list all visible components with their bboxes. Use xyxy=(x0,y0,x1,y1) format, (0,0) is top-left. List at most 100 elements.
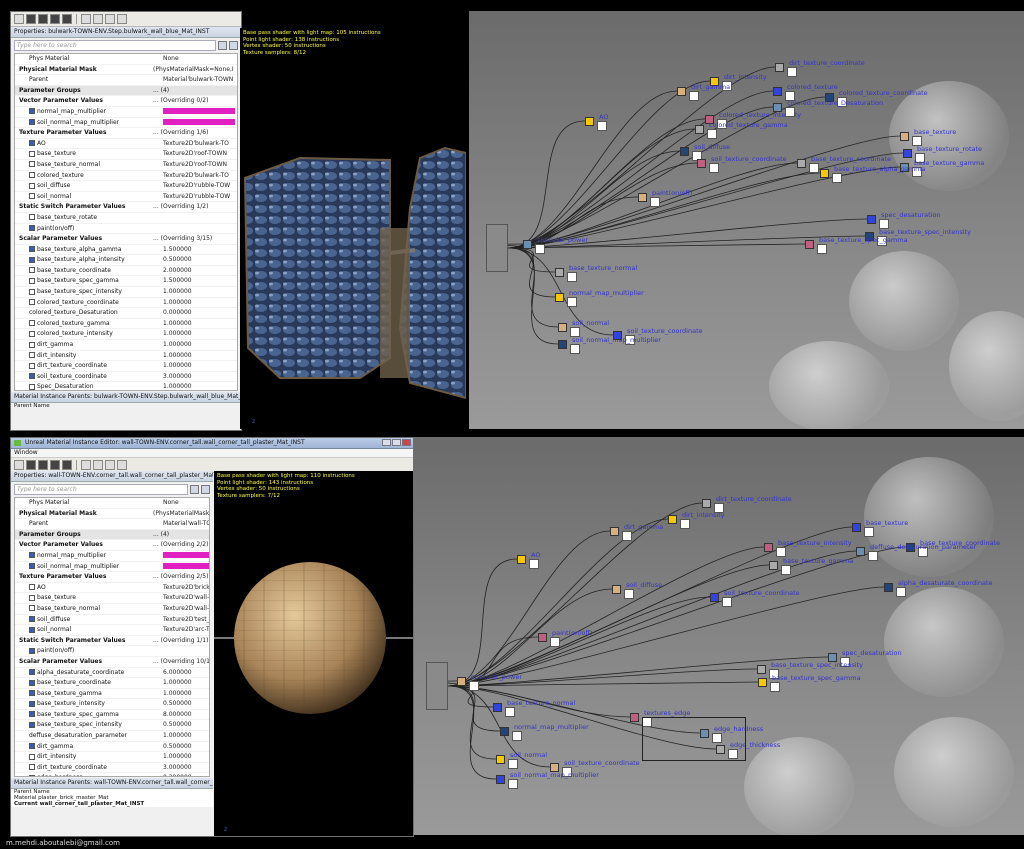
property-value[interactable]: Texture2D'brick_wall-T xyxy=(161,583,209,593)
property-row[interactable]: base_texture_intensity 0.500000 xyxy=(15,699,209,710)
parameter-node[interactable] xyxy=(500,727,509,736)
property-value[interactable]: Texture2D'wall-TOWN xyxy=(161,604,209,614)
property-row[interactable]: soil_diffuse Texture2D'test_textur xyxy=(15,615,209,626)
minimize-icon[interactable] xyxy=(382,439,391,446)
parameter-node[interactable] xyxy=(638,193,647,202)
property-row[interactable]: Phys Material None xyxy=(15,54,237,65)
property-row[interactable]: soil_texture_coordinate 3.000000 xyxy=(15,372,237,383)
property-value[interactable]: ... (4) xyxy=(151,530,209,540)
parameter-node[interactable] xyxy=(558,323,567,332)
sync-icon[interactable] xyxy=(117,460,127,470)
top-material-graph[interactable]: dirt_texture_coordinate dirt_intensity dir… xyxy=(469,11,1024,429)
property-value[interactable]: ... (Overriding 0/2) xyxy=(151,96,237,106)
property-row[interactable]: Static Switch Parameter Values ... (Overr… xyxy=(15,636,209,647)
property-row[interactable]: soil_normal Texture2D'arc-TOWN- xyxy=(15,625,209,636)
find-icon[interactable] xyxy=(81,14,91,24)
material-output-node[interactable] xyxy=(486,224,508,272)
property-row[interactable]: base_texture_coordinate 1.000000 xyxy=(15,678,209,689)
override-checkbox[interactable] xyxy=(29,753,35,760)
find-icon[interactable] xyxy=(81,460,91,470)
parameter-node[interactable] xyxy=(764,543,773,552)
override-checkbox[interactable] xyxy=(29,584,35,591)
override-checkbox[interactable] xyxy=(29,320,35,327)
override-checkbox[interactable] xyxy=(29,352,35,359)
property-row[interactable]: colored_texture_coordinate 1.000000 xyxy=(15,298,237,309)
parameter-node[interactable] xyxy=(538,633,547,642)
color-swatch[interactable] xyxy=(163,108,235,115)
property-row[interactable]: dirt_texture_coordinate 1.000000 xyxy=(15,361,237,372)
override-checkbox[interactable] xyxy=(29,267,35,274)
override-checkbox[interactable] xyxy=(29,161,35,168)
parameter-node[interactable] xyxy=(797,159,806,168)
property-value[interactable]: 1.000000 xyxy=(161,731,209,741)
property-value[interactable]: (PhysMaterialMask=None,I xyxy=(151,509,209,519)
property-value[interactable]: Texture2D'roof-TOWN xyxy=(161,160,237,170)
parameter-node[interactable] xyxy=(757,665,766,674)
override-checkbox[interactable] xyxy=(29,341,35,348)
override-checkbox[interactable] xyxy=(29,172,35,179)
property-value[interactable]: ... (Overriding 1/2) xyxy=(151,202,237,212)
parameter-node[interactable] xyxy=(585,117,594,126)
override-checkbox[interactable] xyxy=(29,182,35,189)
override-checkbox[interactable] xyxy=(29,288,35,295)
override-checkbox[interactable] xyxy=(29,225,35,231)
property-row[interactable]: AO Texture2D'bulwark-TO xyxy=(15,139,237,150)
property-row[interactable]: dirt_texture_coordinate 3.000000 xyxy=(15,763,209,774)
override-checkbox[interactable] xyxy=(29,330,35,337)
sphere-icon[interactable] xyxy=(26,14,36,24)
search-input[interactable]: Type here to search xyxy=(14,39,216,51)
property-row[interactable]: colored_texture_gamma 1.000000 xyxy=(15,319,237,330)
property-row[interactable]: Spec_Desaturation 1.000000 xyxy=(15,382,237,390)
grid-icon[interactable] xyxy=(14,460,24,470)
color-swatch[interactable] xyxy=(163,563,209,570)
plane-icon[interactable] xyxy=(62,460,72,470)
property-value[interactable]: 0.500000 xyxy=(161,699,209,709)
override-checkbox[interactable] xyxy=(29,246,35,253)
property-row[interactable]: base_texture_spec_gamma 1.500000 xyxy=(15,276,237,288)
bottom-material-graph[interactable]: dirt_texture_coordinate dirt_intensity dir… xyxy=(414,437,1024,835)
property-row[interactable]: Parent Material'bulwark-TOWN xyxy=(15,75,237,86)
property-value[interactable] xyxy=(161,562,209,572)
override-checkbox[interactable] xyxy=(29,605,35,612)
property-value[interactable]: None xyxy=(161,498,209,508)
parameter-node[interactable] xyxy=(820,169,829,178)
override-checkbox[interactable] xyxy=(29,299,35,306)
parameter-node[interactable] xyxy=(496,775,505,784)
override-checkbox[interactable] xyxy=(29,119,35,126)
property-value[interactable]: 1.000000 xyxy=(161,340,237,350)
property-value[interactable]: 0.500000 xyxy=(161,255,237,265)
property-row[interactable]: colored_texture_intensity 1.000000 xyxy=(15,329,237,341)
override-checkbox[interactable] xyxy=(29,626,35,633)
property-row[interactable]: paint(on/off) xyxy=(15,224,237,235)
comment-box[interactable] xyxy=(642,717,746,761)
override-checkbox[interactable] xyxy=(29,743,35,750)
property-row[interactable]: deffuse_desaturation_parameter 1.000000 xyxy=(15,731,209,742)
property-value[interactable]: Texture2D'bulwark-TO xyxy=(161,171,237,181)
property-row[interactable]: soil_diffuse Texture2D'rubble-TOW xyxy=(15,181,237,192)
color-swatch[interactable] xyxy=(163,119,235,126)
property-value[interactable] xyxy=(161,107,237,117)
property-value[interactable] xyxy=(161,213,237,223)
parameter-node[interactable] xyxy=(610,527,619,536)
property-row[interactable]: base_texture_coordinate 2.000000 xyxy=(15,266,237,277)
parameter-node[interactable] xyxy=(630,713,639,722)
override-checkbox[interactable] xyxy=(29,669,35,675)
property-row[interactable]: edge_hardness 0.200000 xyxy=(15,773,209,776)
parameter-node[interactable] xyxy=(558,340,567,349)
property-value[interactable] xyxy=(161,646,209,656)
property-row[interactable]: Vector Parameter Values ... (Overriding 2… xyxy=(15,540,209,551)
override-checkbox[interactable] xyxy=(29,108,35,115)
parameter-node[interactable] xyxy=(867,215,876,224)
property-value[interactable] xyxy=(161,118,237,128)
parameter-node[interactable] xyxy=(702,499,711,508)
property-value[interactable]: ... (4) xyxy=(151,86,237,96)
cube-icon[interactable] xyxy=(50,14,60,24)
property-value[interactable]: 1.000000 xyxy=(161,361,237,371)
property-row[interactable]: base_texture_rotate xyxy=(15,213,237,224)
top-preview-viewport[interactable]: Base pass shader with light map: 105 ins… xyxy=(240,28,466,429)
property-value[interactable]: 8.000000 xyxy=(161,710,209,720)
property-row[interactable]: Scalar Parameter Values ... (Overriding 3… xyxy=(15,234,237,245)
property-row[interactable]: base_texture_spec_intensity 0.500000 xyxy=(15,720,209,732)
property-row[interactable]: Vector Parameter Values ... (Overriding 0… xyxy=(15,96,237,107)
property-value[interactable]: Texture2D'wall-TOWN xyxy=(161,593,209,603)
